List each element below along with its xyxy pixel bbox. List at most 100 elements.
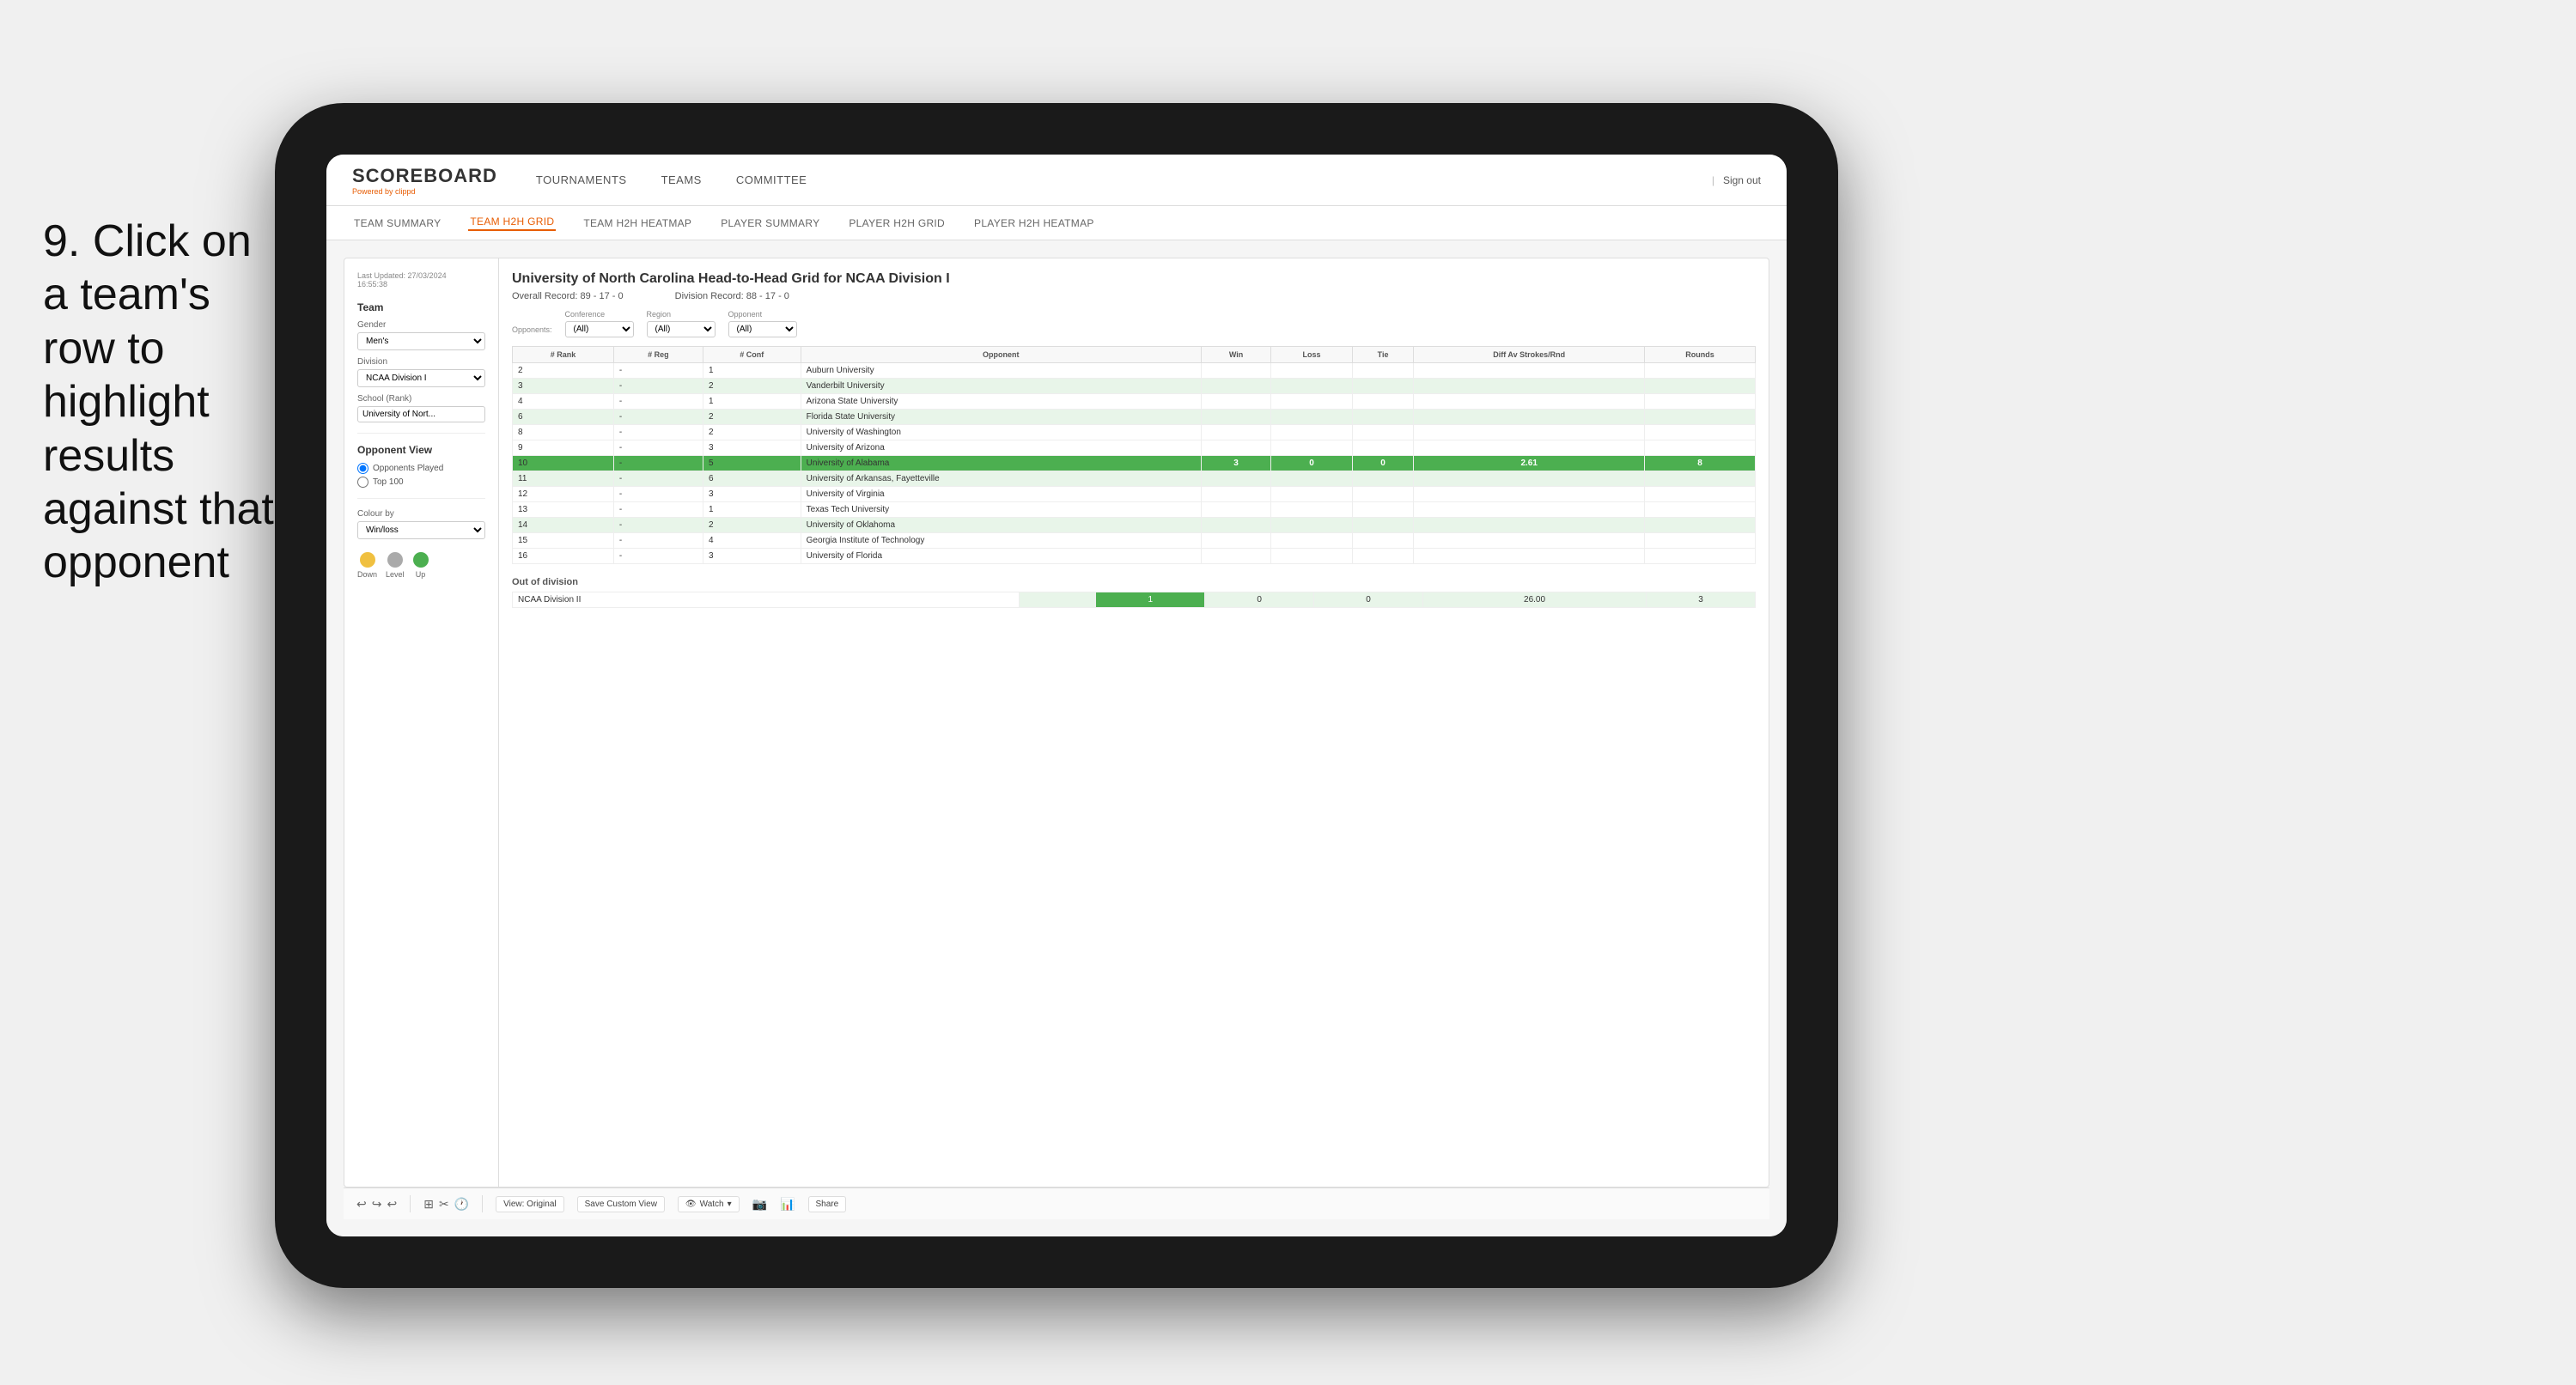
present-icon[interactable]: 📊 xyxy=(780,1197,795,1212)
col-opponent: Opponent xyxy=(801,347,1201,363)
logo-scoreboard: SCOREBOARD xyxy=(352,165,497,187)
table-row[interactable]: 4-1Arizona State University xyxy=(513,394,1756,410)
radio-opponents-played[interactable]: Opponents Played xyxy=(357,463,485,474)
save-custom-view-button[interactable]: Save Custom View xyxy=(577,1196,665,1212)
undo-icon[interactable]: ↩ xyxy=(356,1197,367,1212)
instruction-body: Click on a team's row to highlight resul… xyxy=(43,216,274,587)
conference-select[interactable]: (All) xyxy=(565,321,634,337)
division-select[interactable]: NCAA Division I xyxy=(357,369,485,387)
division-record: Division Record: 88 - 17 - 0 xyxy=(675,291,789,301)
nav-tournaments[interactable]: TOURNAMENTS xyxy=(532,173,631,186)
sub-nav: TEAM SUMMARY TEAM H2H GRID TEAM H2H HEAT… xyxy=(326,206,1787,240)
undo-alt-icon[interactable]: ↩ xyxy=(387,1197,397,1212)
conference-filter: Conference (All) xyxy=(565,310,634,337)
share-button[interactable]: Share xyxy=(808,1196,847,1212)
tab-team-h2h-heatmap[interactable]: TEAM H2H HEATMAP xyxy=(582,217,693,229)
redo-icon[interactable]: ↪ xyxy=(372,1197,382,1212)
col-rounds: Rounds xyxy=(1644,347,1755,363)
table-row[interactable]: 14-2University of Oklahoma xyxy=(513,518,1756,533)
panel-title: University of North Carolina Head-to-Hea… xyxy=(512,271,1756,287)
toolbar-sep-2 xyxy=(482,1195,483,1212)
view-original-button[interactable]: View: Original xyxy=(496,1196,564,1212)
opponent-filter: Opponent (All) xyxy=(728,310,797,337)
clock-icon[interactable]: 🕐 xyxy=(454,1197,469,1212)
out-div-diff: 26.00 xyxy=(1423,592,1647,608)
col-rank: # Rank xyxy=(513,347,614,363)
table-row[interactable]: 12-3University of Virginia xyxy=(513,487,1756,502)
col-loss: Loss xyxy=(1271,347,1352,363)
tab-player-h2h-grid[interactable]: PLAYER H2H GRID xyxy=(847,217,947,229)
out-div-tie: 0 xyxy=(1314,592,1423,608)
tab-team-h2h-grid[interactable]: TEAM H2H GRID xyxy=(468,216,556,231)
col-reg: # Reg xyxy=(613,347,703,363)
camera-icon[interactable]: 📷 xyxy=(752,1197,767,1212)
tab-player-summary[interactable]: PLAYER SUMMARY xyxy=(719,217,821,229)
legend-dot-down xyxy=(360,552,375,568)
table-row[interactable]: 9-3University of Arizona xyxy=(513,440,1756,456)
opponent-select[interactable]: (All) xyxy=(728,321,797,337)
watch-button[interactable]: 👁 Watch ▾ xyxy=(678,1196,740,1212)
legend-dot-up xyxy=(413,552,429,568)
table-row[interactable]: 11-6University of Arkansas, Fayetteville xyxy=(513,471,1756,487)
instruction-text: 9. Click on a team's row to highlight re… xyxy=(43,215,283,590)
table-row[interactable]: 10-5University of Alabama3002.618 xyxy=(513,456,1756,471)
sidebar: Last Updated: 27/03/2024 16:55:38 Team G… xyxy=(344,258,499,1187)
sidebar-gender-label: Gender xyxy=(357,320,485,330)
table-row[interactable]: 3-2Vanderbilt University xyxy=(513,379,1756,394)
tab-team-summary[interactable]: TEAM SUMMARY xyxy=(352,217,442,229)
opponent-view-label: Opponent View xyxy=(357,444,485,456)
toolbar-sep-1 xyxy=(410,1195,411,1212)
legend-up: Up xyxy=(413,552,429,579)
instruction-number: 9. xyxy=(43,216,80,266)
watch-chevron: ▾ xyxy=(728,1200,732,1209)
logo-area: SCOREBOARD Powered by clippd xyxy=(352,165,497,196)
tools-group: ⊞ ✂ 🕐 xyxy=(423,1197,469,1212)
nav-teams[interactable]: TEAMS xyxy=(657,173,706,186)
col-tie: Tie xyxy=(1352,347,1414,363)
out-div-row[interactable]: NCAA Division II 1 0 0 26.00 3 xyxy=(513,592,1756,608)
out-of-division-label: Out of division xyxy=(512,577,1756,587)
opponents-label: Opponents: xyxy=(512,325,552,334)
fit-icon[interactable]: ⊞ xyxy=(423,1197,434,1212)
opponent-filter-label: Opponent xyxy=(728,310,797,319)
legend-level: Level xyxy=(386,552,405,579)
top-nav: SCOREBOARD Powered by clippd TOURNAMENTS… xyxy=(326,155,1787,206)
region-select[interactable]: (All) xyxy=(647,321,716,337)
bottom-toolbar: ↩ ↪ ↩ ⊞ ✂ 🕐 View: Original Save Custom V… xyxy=(344,1188,1769,1219)
tab-player-h2h-heatmap[interactable]: PLAYER H2H HEATMAP xyxy=(972,217,1096,229)
table-body: 2-1Auburn University3-2Vanderbilt Univer… xyxy=(513,363,1756,564)
out-div-placeholder xyxy=(1020,592,1096,608)
sidebar-school-label: School (Rank) xyxy=(357,394,485,404)
logo-powered: Powered by clippd xyxy=(352,187,497,196)
nav-committee[interactable]: COMMITTEE xyxy=(732,173,812,186)
table-row[interactable]: 16-3University of Florida xyxy=(513,549,1756,564)
filters-row: Opponents: Conference (All) Region (All) xyxy=(512,310,1756,337)
h2h-table: # Rank # Reg # Conf Opponent Win Loss Ti… xyxy=(512,346,1756,564)
undo-redo-group: ↩ ↪ ↩ xyxy=(356,1197,397,1212)
colour-by-select[interactable]: Win/loss xyxy=(357,521,485,539)
table-header: # Rank # Reg # Conf Opponent Win Loss Ti… xyxy=(513,347,1756,363)
radio-group: Opponents Played Top 100 xyxy=(357,463,485,488)
sidebar-timestamp: Last Updated: 27/03/2024 16:55:38 xyxy=(357,271,485,289)
eye-icon: 👁 xyxy=(685,1200,697,1209)
table-row[interactable]: 6-2Florida State University xyxy=(513,410,1756,425)
out-div-division: NCAA Division II xyxy=(513,592,1020,608)
table-row[interactable]: 13-1Texas Tech University xyxy=(513,502,1756,518)
table-row[interactable]: 8-2University of Washington xyxy=(513,425,1756,440)
school-input[interactable] xyxy=(357,406,485,422)
main-content: Last Updated: 27/03/2024 16:55:38 Team G… xyxy=(326,240,1787,1236)
crop-icon[interactable]: ✂ xyxy=(439,1197,449,1212)
col-conf: # Conf xyxy=(703,347,801,363)
table-row[interactable]: 2-1Auburn University xyxy=(513,363,1756,379)
gender-select[interactable]: Men's xyxy=(357,332,485,350)
tablet-device: SCOREBOARD Powered by clippd TOURNAMENTS… xyxy=(275,103,1838,1288)
colour-by-label: Colour by xyxy=(357,509,485,519)
radio-top100[interactable]: Top 100 xyxy=(357,477,485,488)
records-row: Overall Record: 89 - 17 - 0 Division Rec… xyxy=(512,291,1756,301)
table-row[interactable]: 15-4Georgia Institute of Technology xyxy=(513,533,1756,549)
content-area: University of North Carolina Head-to-Hea… xyxy=(499,258,1769,1187)
overall-record: Overall Record: 89 - 17 - 0 xyxy=(512,291,624,301)
sidebar-team-label: Team xyxy=(357,301,485,313)
region-filter-label: Region xyxy=(647,310,716,319)
sign-out-button[interactable]: Sign out xyxy=(1712,174,1761,186)
